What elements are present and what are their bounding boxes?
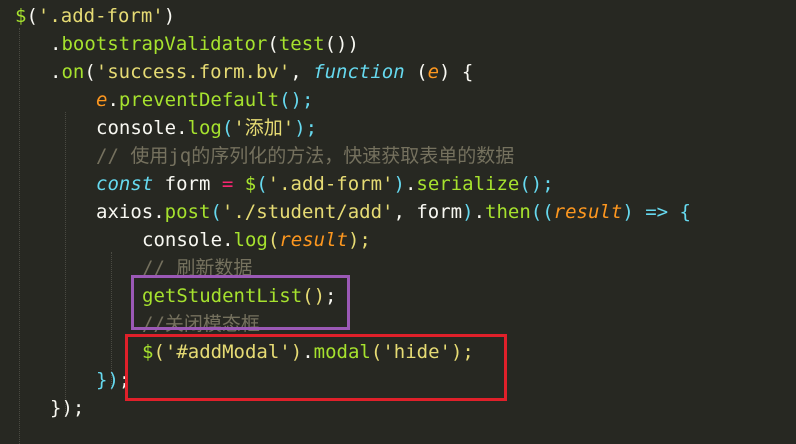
code-token: preventDefault [118,89,280,111]
code-token: console [96,117,177,139]
code-token: ( [404,61,428,83]
code-token: ( [210,201,222,223]
code-token: ( [221,117,234,139]
highlight-box-red [125,334,507,401]
code-token: ); [347,229,371,251]
code-token: post [164,201,211,223]
code-token: '.add-form' [37,5,164,27]
code-token: , [290,61,314,83]
code-token: }); [50,397,85,419]
code-token: . [222,229,234,251]
code-token: log [187,117,222,139]
code-token: form [153,173,222,195]
code-line: const form = $('.add-form').serialize(); [96,170,554,198]
code-token: ( [84,61,96,83]
code-token: ) [163,5,176,27]
code-token: , form [393,201,463,223]
code-token: test [278,33,325,55]
code-token: . [50,61,62,83]
code-token: . [50,33,62,55]
code-token: log [233,229,268,251]
code-token: . [473,201,486,223]
code-line: $('.add-form') [15,2,175,30]
code-token: . [176,117,188,139]
code-line: // 使用jq的序列化的方法，快速获取表单的数据 [96,142,514,170]
code-token: result [279,229,348,251]
code-token: $ [15,5,27,27]
code-token: e [96,89,108,111]
code-token: $ [244,173,257,195]
code-token: ) [462,201,474,223]
code-token: const [96,173,154,195]
indent-guide [65,112,66,417]
code-token: (); [519,173,554,195]
code-token: = [221,173,234,195]
code-token: (( [530,201,554,223]
code-token: '添加' [233,117,295,139]
code-line: axios.post('./student/add', form).then((… [96,198,691,226]
code-token: then [485,201,531,223]
code-token: ( [26,5,38,27]
code-token: { [668,201,691,223]
code-line: .on('success.form.bv', function (e) { [50,58,473,86]
code-token: . [404,173,417,195]
code-token: }) [96,369,119,391]
code-token: console [142,229,223,251]
code-token: './student/add' [221,201,394,223]
code-token: . [107,89,119,111]
code-token: ) [393,173,405,195]
code-token: ( [267,33,279,55]
code-token: bootstrapValidator [61,33,268,55]
code-token: on [61,61,85,83]
code-token: ( [256,173,268,195]
code-editor[interactable]: $('.add-form') .bootstrapValidator(test()… [0,0,796,444]
code-token: result [553,201,623,223]
highlight-box-purple [131,275,350,330]
code-token: e [427,61,440,83]
code-token: => [645,201,669,223]
code-token: ) { [439,61,474,83]
indent-guide [19,28,20,444]
code-token: axios [96,201,154,223]
code-token: 'success.form.bv' [95,61,291,83]
code-token: // 使用jq的序列化的方法，快速获取表单的数据 [96,145,515,167]
code-token: function [313,61,405,83]
code-token: ) [622,201,646,223]
code-token: (); [279,89,314,111]
code-line: console.log(result); [142,226,371,254]
code-token: serialize [416,173,520,195]
code-token: ()) [324,33,359,55]
code-line: console.log('添加'); [96,114,317,142]
code-token: '.add-form' [267,173,394,195]
code-token: . [153,201,165,223]
code-token: ); [294,117,318,139]
code-line: }); [50,394,84,422]
code-line: e.preventDefault(); [96,86,313,114]
code-line: .bootstrapValidator(test()) [50,30,359,58]
code-token: ( [267,229,280,251]
